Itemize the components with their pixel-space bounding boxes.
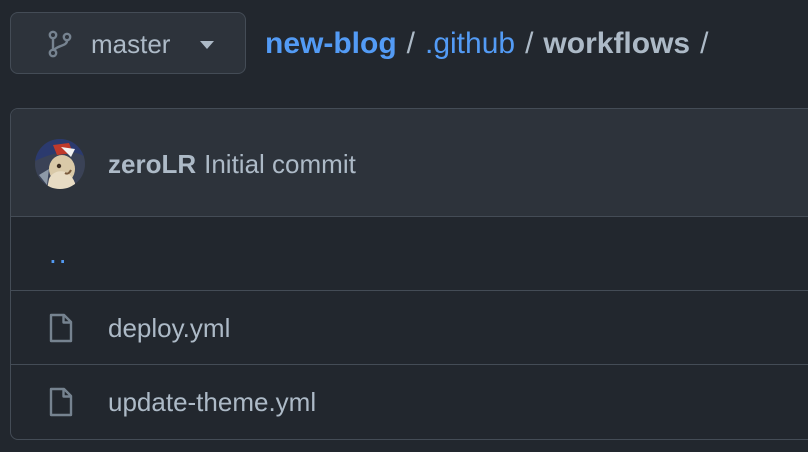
breadcrumb-current-folder: workflows: [543, 27, 691, 60]
breadcrumb: new-blog / .github / workflows /: [265, 24, 718, 64]
branch-name: master: [91, 29, 171, 59]
file-name-link[interactable]: update-theme.yml: [108, 385, 316, 419]
breadcrumb-trailing-separator: /: [700, 27, 709, 60]
breadcrumb-separator: /: [406, 27, 415, 60]
latest-commit-bar: zeroLR Initial commit: [11, 109, 808, 217]
breadcrumb-repo-link[interactable]: new-blog: [265, 27, 397, 61]
repo-directory-view: master new-blog / .github / workflows /: [0, 0, 808, 452]
file-row[interactable]: deploy.yml: [11, 291, 808, 365]
breadcrumb-separator: /: [525, 27, 534, 60]
commit-summary: zeroLR Initial commit: [108, 147, 356, 181]
breadcrumb-github-link[interactable]: .github: [425, 27, 515, 61]
parent-directory-row[interactable]: ..: [11, 217, 808, 291]
file-name-link[interactable]: deploy.yml: [108, 311, 230, 345]
file-list-box: zeroLR Initial commit .. deploy.yml updat…: [10, 108, 808, 440]
commit-author-link[interactable]: zeroLR: [108, 149, 196, 179]
file-icon: [49, 313, 73, 343]
file-row[interactable]: update-theme.yml: [11, 365, 808, 439]
commit-message-link[interactable]: Initial commit: [204, 149, 356, 179]
file-icon: [49, 387, 73, 417]
user-avatar[interactable]: [35, 139, 85, 189]
branch-selector-button[interactable]: master: [10, 12, 246, 74]
parent-directory-link[interactable]: ..: [49, 239, 69, 269]
caret-down-icon: [200, 41, 214, 49]
git-branch-icon: [48, 30, 72, 58]
